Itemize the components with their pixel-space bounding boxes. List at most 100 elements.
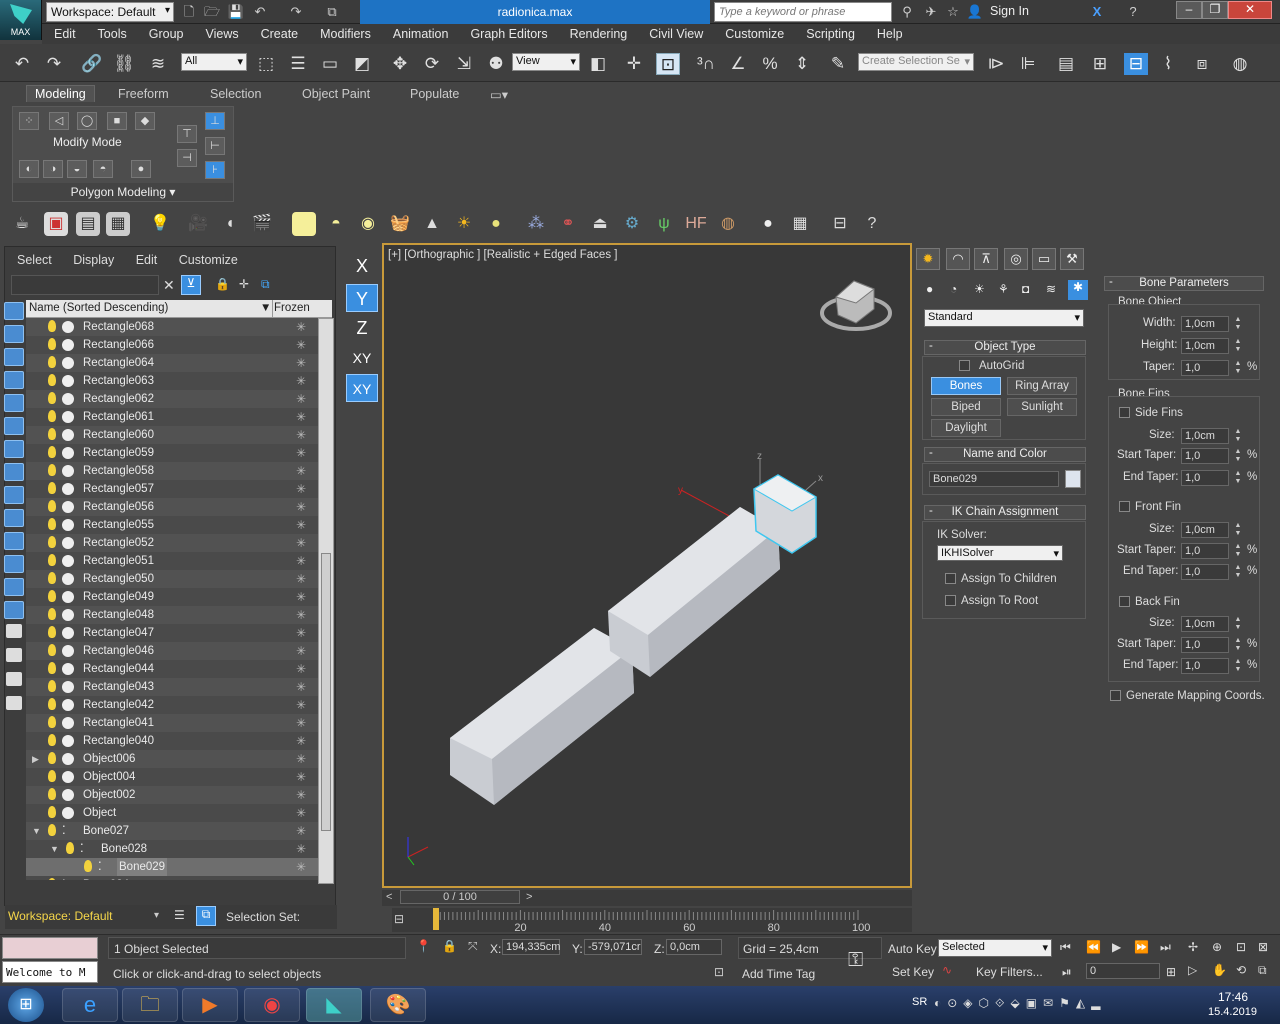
tab-object-paint[interactable]: Object Paint (302, 87, 370, 101)
render-icon[interactable]: ▦ (106, 212, 130, 236)
layers-icon[interactable]: ☰ (174, 908, 185, 922)
table-row[interactable]: Rectangle050 ✳ (26, 570, 318, 588)
light-lister-icon[interactable]: 💡 (148, 212, 172, 236)
front-size-spinner[interactable]: ▲ ▼ (1233, 522, 1243, 538)
freeze-icon[interactable]: ✳ (296, 336, 306, 354)
table-row[interactable]: Rectangle046 ✳ (26, 642, 318, 660)
pivot-center-icon[interactable]: ◧ (586, 53, 610, 75)
goto-start-icon[interactable]: ⏮ (1060, 940, 1071, 955)
filter-invert-icon[interactable] (6, 624, 22, 638)
create-tab-icon[interactable]: ✹ (916, 248, 940, 270)
axis-xy-snap-button[interactable]: XY (346, 374, 378, 402)
schematic-view-icon[interactable]: ⧈ (1190, 53, 1214, 75)
percent-snap-icon[interactable]: % (758, 53, 782, 75)
freeze-icon[interactable]: ✳ (296, 570, 306, 588)
start-button[interactable]: ⊞ (8, 988, 44, 1022)
key-mode-toggle-icon[interactable]: ⏯ (1062, 965, 1072, 980)
freeze-icon[interactable]: ✳ (296, 318, 306, 336)
select-object-icon[interactable]: ⬚ (254, 53, 278, 75)
utilities-tab-icon[interactable]: ⚒ (1060, 248, 1084, 270)
freeze-icon[interactable]: ✳ (296, 444, 306, 462)
biped-button[interactable]: Biped (931, 398, 1001, 416)
isolate-icon[interactable]: 📍 (416, 939, 431, 953)
tab-modeling[interactable]: Modeling (26, 85, 95, 102)
table-row[interactable]: Rectangle064 ✳ (26, 354, 318, 372)
add-icon[interactable]: ✛ (239, 277, 249, 291)
lightbulb-icon[interactable] (48, 806, 56, 818)
system-tray-icons[interactable]: ◐⊙◈⬡⟐⬙▣✉⚑◭▂ (934, 996, 1106, 1011)
set-keys-icon[interactable]: ⚿ (848, 949, 863, 972)
assign-root-checkbox[interactable] (945, 595, 956, 606)
lightbulb-icon[interactable] (48, 464, 56, 476)
sunlight-button[interactable]: Sunlight (1007, 398, 1077, 416)
border-icon[interactable]: ◯ (77, 112, 97, 130)
grass-icon[interactable]: ψ (652, 212, 676, 236)
project-icon[interactable]: ⧉ (323, 3, 341, 21)
freeze-icon[interactable]: ✳ (296, 750, 306, 768)
side-size-input[interactable]: 1,0cm (1181, 428, 1229, 444)
ik-chain-rollout[interactable]: IK Chain Assignment (924, 505, 1086, 520)
ribbon-options-icon[interactable]: ▭▾ (490, 87, 508, 102)
sun-icon[interactable]: ☀ (452, 212, 476, 236)
table-row[interactable]: Rectangle042 ✳ (26, 696, 318, 714)
menu-modifiers[interactable]: Modifiers (308, 24, 381, 41)
prev-frame-icon[interactable]: < (386, 891, 392, 903)
ring-array-button[interactable]: Ring Array (1007, 377, 1077, 395)
taper-spinner[interactable]: ▲ ▼ (1233, 360, 1243, 376)
menu-group[interactable]: Group (137, 24, 194, 41)
language-indicator[interactable]: SR (912, 996, 927, 1008)
ribbon-side-4-icon[interactable]: ⊢ (205, 137, 225, 155)
freeze-icon[interactable]: ✳ (296, 606, 306, 624)
lightbulb-icon[interactable] (48, 662, 56, 674)
edit-named-selection-icon[interactable]: ✎ (826, 53, 850, 75)
lightbulb-icon[interactable] (48, 824, 56, 836)
binoculars-icon[interactable]: ⚲ (898, 3, 916, 21)
lightbulb-icon[interactable] (48, 392, 56, 404)
menu-help[interactable]: Help (865, 24, 913, 41)
lightbulb-icon[interactable] (48, 608, 56, 620)
table-row[interactable]: Rectangle051 ✳ (26, 552, 318, 570)
side-fins-checkbox[interactable] (1119, 407, 1130, 418)
front-end-taper-spinner[interactable]: ▲ ▼ (1233, 564, 1243, 580)
select-by-name-icon[interactable]: ☰ (286, 53, 310, 75)
front-fin-checkbox[interactable] (1119, 501, 1130, 512)
z-coord-input[interactable]: 0,0cm (666, 939, 722, 955)
freeze-icon[interactable]: ✳ (296, 624, 306, 642)
lightbulb-icon[interactable] (48, 770, 56, 782)
time-tag-icon[interactable]: ⊡ (714, 965, 724, 979)
scene-menu-edit[interactable]: Edit (136, 253, 158, 267)
app-logo[interactable]: MAX (0, 0, 42, 40)
zoom-extents-all-icon[interactable]: ⊠ (1258, 940, 1268, 954)
axis-z-button[interactable]: Z (346, 314, 378, 342)
side-start-taper-input[interactable]: 1,0 (1181, 448, 1229, 464)
freeze-icon[interactable]: ✳ (296, 552, 306, 570)
expand-arrow-icon[interactable]: ▶ (32, 750, 39, 768)
side-size-spinner[interactable]: ▲ ▼ (1233, 428, 1243, 444)
spherical-icon[interactable]: ◖ (218, 212, 242, 236)
lightbulb-icon[interactable] (48, 320, 56, 332)
freeze-icon[interactable]: ✳ (296, 462, 306, 480)
freeze-icon[interactable]: ✳ (296, 786, 306, 804)
filter-bones-icon[interactable] (4, 486, 24, 504)
ik-solver-dropdown[interactable]: IKHISolver ▾ (937, 545, 1063, 561)
new-file-icon[interactable]: 🗋 (180, 3, 198, 21)
table-row[interactable]: Rectangle060 ✳ (26, 426, 318, 444)
lightbulb-icon[interactable] (48, 644, 56, 656)
lightbulb-icon[interactable] (48, 626, 56, 638)
front-start-taper-input[interactable]: 1,0 (1181, 543, 1229, 559)
table-row[interactable]: Rectangle061 ✳ (26, 408, 318, 426)
table-row[interactable]: Rectangle047 ✳ (26, 624, 318, 642)
selection-filter-dropdown[interactable]: All (181, 53, 247, 71)
table-row[interactable]: Rectangle043 ✳ (26, 678, 318, 696)
filter-xrefs-icon[interactable] (4, 463, 24, 481)
lightbulb-icon[interactable] (48, 554, 56, 566)
zoom-extents-icon[interactable]: ⊡ (1236, 940, 1246, 954)
lightbulb-icon[interactable] (84, 860, 92, 872)
ie-taskbar-icon[interactable]: e (62, 988, 118, 1022)
next-key-icon[interactable]: ⏩ (1134, 940, 1149, 954)
category-dropdown[interactable]: Standard ▾ (924, 309, 1084, 327)
lightbulb-icon[interactable] (48, 374, 56, 386)
taper-input[interactable]: 1,0 (1181, 360, 1229, 376)
freeze-icon[interactable]: ✳ (296, 372, 306, 390)
table-row[interactable]: Rectangle052 ✳ (26, 534, 318, 552)
